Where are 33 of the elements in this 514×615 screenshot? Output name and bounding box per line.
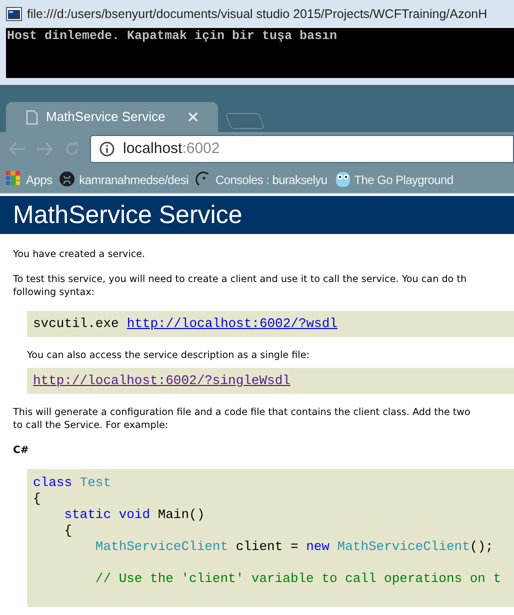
back-icon bbox=[8, 141, 26, 157]
browser-tab[interactable]: MathService Service bbox=[6, 102, 218, 132]
code-line: static void Main() bbox=[63, 507, 205, 523]
paragraph: You can also access the service description as a single file: bbox=[27, 349, 310, 362]
link[interactable]: http://localhost:6002/?wsdl bbox=[126, 314, 338, 334]
paragraph: This will generate a configuration file and a code file that contains the client class. Add the two to call the Service. For example: bbox=[13, 406, 472, 432]
paragraph: To test this service, you will need to create a client and use it to call the service. You can do th following syntax: bbox=[13, 273, 468, 299]
bookmark[interactable]: kamranahmedse/desi bbox=[59, 170, 188, 188]
forward-icon bbox=[36, 141, 54, 157]
address-bar[interactable]: localhost:6002 bbox=[90, 135, 514, 163]
page-icon bbox=[26, 110, 38, 124]
info-icon bbox=[99, 141, 115, 157]
new-tab-button[interactable] bbox=[225, 113, 265, 129]
link[interactable]: http://localhost:6002/?singleWsdl bbox=[33, 371, 290, 391]
window-title: file:///d:/users/bsenyurt/documents/visual studio 2015/Projects/WCFTraining/AzonH bbox=[27, 6, 488, 23]
code-line: { bbox=[63, 523, 72, 539]
code-line: // Use the 'client' variable to call operations on t bbox=[94, 571, 502, 587]
close-icon bbox=[188, 112, 198, 122]
console-output: Host dinlemede. Kapatmak için bir tuşa basın bbox=[7, 29, 338, 44]
code-language-label: C# bbox=[13, 444, 30, 457]
gopher-icon bbox=[334, 171, 352, 188]
code-line: MathServiceClient client = new MathServiceClient(); bbox=[94, 539, 494, 555]
paragraph: You have created a service. bbox=[13, 248, 146, 261]
bookmark[interactable]: The Go Playground bbox=[334, 170, 454, 188]
command-text: svcutil.exe bbox=[33, 315, 119, 334]
bookmark[interactable]: Consoles : burakselyu bbox=[195, 170, 328, 188]
page-heading: MathService Service bbox=[0, 196, 514, 234]
code-line: class Test bbox=[33, 475, 112, 491]
code-line: { bbox=[33, 491, 41, 507]
bookmark[interactable]: Apps bbox=[6, 170, 52, 188]
grid-icon bbox=[6, 171, 23, 188]
console-icon bbox=[6, 7, 22, 21]
reload-icon bbox=[64, 141, 80, 157]
